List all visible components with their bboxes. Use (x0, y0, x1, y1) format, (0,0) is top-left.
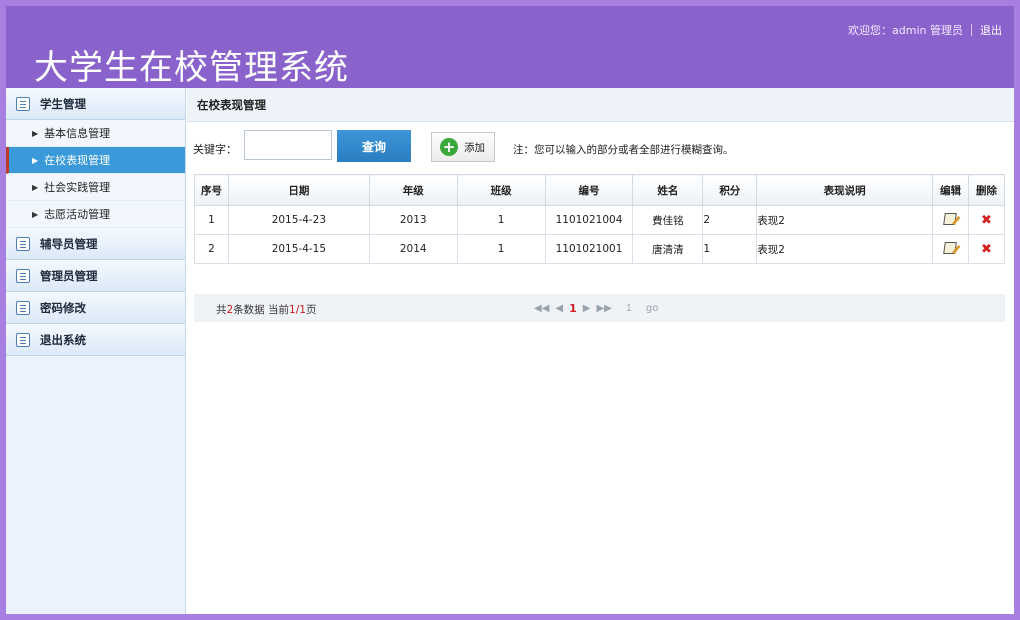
table-cell: 唐清清 (632, 234, 704, 264)
pagination-bar: 共2条数据 当前1/1页 ◀◀ ◀ 1 ▶ ▶▶ go (194, 294, 1005, 322)
page-number[interactable]: 1 (569, 302, 577, 315)
current-page: 1 (289, 304, 296, 316)
list-icon (16, 332, 30, 347)
go-button[interactable]: go (646, 303, 658, 314)
arrow-right-icon: ▶ (32, 182, 39, 192)
list-icon (16, 236, 30, 251)
col-header: 积分 (702, 174, 758, 206)
col-header: 删除 (967, 174, 1006, 206)
page-title: 在校表现管理 (187, 88, 1014, 122)
table-cell: 2014 (368, 234, 458, 264)
main-content: 在校表现管理 关键字： 查询 + 添加 注：您可以输入的部分或者全部进行模糊查询… (187, 88, 1014, 614)
top-user-bar: 欢迎您：admin 管理员 退出 (848, 22, 1002, 38)
table-cell: 1101021004 (544, 205, 634, 235)
table-cell: 1 (456, 234, 546, 264)
query-button[interactable]: 查询 (337, 130, 411, 162)
table-cell: 2 (194, 234, 229, 264)
sidebar-item-social-practice[interactable]: ▶ 社会实践管理 (6, 174, 185, 201)
list-icon (16, 300, 30, 315)
col-header: 班级 (456, 174, 546, 206)
pager-text: 条数据 当前 (233, 304, 290, 316)
col-header: 编辑 (932, 174, 969, 206)
sidebar-group-counselor[interactable]: 辅导员管理 (6, 228, 185, 260)
add-button-label: 添加 (464, 141, 485, 154)
prev-page-icon[interactable]: ◀ (555, 303, 563, 314)
search-bar: 关键字： 查询 + 添加 注：您可以输入的部分或者全部进行模糊查询。 (187, 130, 1014, 166)
arrow-right-icon: ▶ (32, 209, 39, 219)
sidebar-item-label: 基本信息管理 (44, 127, 111, 140)
logout-link[interactable]: 退出 (980, 22, 1002, 38)
sidebar-group-label: 密码修改 (40, 300, 86, 315)
header-banner: 大学生在校管理系统 欢迎您：admin 管理员 退出 (6, 6, 1014, 88)
sidebar-item-volunteer[interactable]: ▶ 志愿活动管理 (6, 201, 185, 228)
col-header: 姓名 (632, 174, 704, 206)
table-row: 2 2015-4-15 2014 1 1101021001 唐清清 1 表现2 … (194, 234, 1006, 264)
table-cell: 1101021001 (544, 234, 634, 264)
edit-cell[interactable] (932, 234, 969, 264)
keyword-label: 关键字： (193, 143, 237, 156)
delete-cell[interactable]: ✖ (967, 234, 1006, 264)
delete-icon[interactable]: ✖ (981, 213, 992, 228)
sidebar-group-student[interactable]: 学生管理 (6, 88, 185, 120)
sidebar-item-label: 在校表现管理 (44, 154, 111, 167)
table-cell: 表现2 (756, 234, 933, 264)
sidebar-item-basic-info[interactable]: ▶ 基本信息管理 (6, 120, 185, 147)
col-header: 编号 (544, 174, 634, 206)
pager-text: 页 (305, 304, 317, 316)
table-cell: 2015-4-15 (227, 234, 370, 264)
sidebar: 学生管理 ▶ 基本信息管理 ▶ 在校表现管理 ▶ 社会实践管理 ▶ 志愿活动管理… (6, 88, 186, 614)
edit-icon[interactable] (943, 212, 958, 225)
plus-icon: + (440, 138, 458, 156)
table-cell: 1 (702, 234, 758, 264)
table-cell: 1 (456, 205, 546, 235)
sidebar-group-label: 退出系统 (40, 332, 86, 347)
table-cell: 1 (194, 205, 229, 235)
pagination-summary: 共2条数据 当前1/1页 (216, 302, 316, 317)
col-header: 表现说明 (756, 174, 933, 206)
edit-icon[interactable] (943, 241, 958, 254)
sidebar-group-label: 辅导员管理 (40, 236, 98, 251)
sidebar-group-label: 管理员管理 (40, 268, 98, 283)
sidebar-group-admin[interactable]: 管理员管理 (6, 260, 185, 292)
last-page-icon[interactable]: ▶▶ (596, 303, 611, 314)
app-title: 大学生在校管理系统 (34, 48, 349, 88)
page-jump-input[interactable] (617, 301, 640, 315)
first-page-icon[interactable]: ◀◀ (534, 303, 549, 314)
table-cell: 2015-4-23 (227, 205, 370, 235)
table-header-row: 序号 日期 年级 班级 编号 姓名 积分 表现说明 编辑 删除 (194, 174, 1006, 206)
next-page-icon[interactable]: ▶ (583, 303, 591, 314)
list-icon (16, 268, 30, 283)
welcome-text: 欢迎您：admin 管理员 (848, 24, 963, 37)
table-row: 1 2015-4-23 2013 1 1101021004 費佳铭 2 表现2 … (194, 205, 1006, 235)
arrow-right-icon: ▶ (32, 128, 39, 138)
keyword-input[interactable] (244, 130, 332, 160)
col-header: 年级 (368, 174, 458, 206)
col-header: 日期 (227, 174, 370, 206)
add-button[interactable]: + 添加 (431, 132, 495, 162)
pager-text: 共 (216, 304, 227, 316)
table-cell: 費佳铭 (632, 205, 704, 235)
table-cell: 表现2 (756, 205, 933, 235)
sidebar-item-performance[interactable]: ▶ 在校表现管理 (6, 147, 185, 174)
performance-table: 序号 日期 年级 班级 编号 姓名 积分 表现说明 编辑 删除 1 2015-4… (194, 174, 1006, 264)
sidebar-group-label: 学生管理 (40, 96, 86, 111)
search-hint: 注：您可以输入的部分或者全部进行模糊查询。 (513, 144, 734, 156)
table-cell: 2 (702, 205, 758, 235)
sidebar-group-exit[interactable]: 退出系统 (6, 324, 185, 356)
delete-cell[interactable]: ✖ (967, 205, 1006, 235)
sidebar-item-label: 社会实践管理 (44, 181, 111, 194)
sidebar-item-label: 志愿活动管理 (44, 208, 111, 221)
app-frame: 大学生在校管理系统 欢迎您：admin 管理员 退出 学生管理 ▶ 基本信息管理… (0, 0, 1020, 620)
list-icon (16, 96, 30, 111)
table-cell: 2013 (368, 205, 458, 235)
col-header: 序号 (194, 174, 229, 206)
edit-cell[interactable] (932, 205, 969, 235)
body-area: 学生管理 ▶ 基本信息管理 ▶ 在校表现管理 ▶ 社会实践管理 ▶ 志愿活动管理… (6, 88, 1014, 614)
arrow-right-icon: ▶ (32, 155, 39, 165)
total-pages: 1 (299, 304, 306, 316)
sidebar-group-password[interactable]: 密码修改 (6, 292, 185, 324)
divider (971, 24, 972, 36)
pagination-nav: ◀◀ ◀ 1 ▶ ▶▶ go (534, 301, 658, 315)
delete-icon[interactable]: ✖ (981, 242, 992, 257)
